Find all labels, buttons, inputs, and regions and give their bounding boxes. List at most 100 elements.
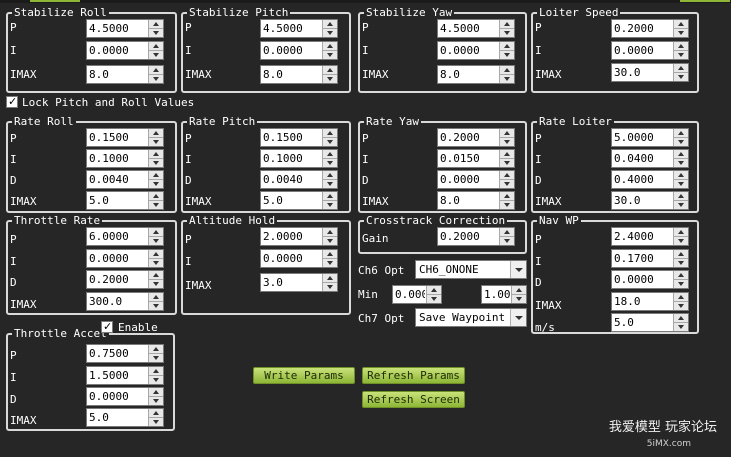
spinner-buttons[interactable] xyxy=(673,64,688,81)
spin-down-icon[interactable] xyxy=(674,259,688,267)
stabilize-yaw-i-input[interactable]: 0.0000 xyxy=(437,41,515,60)
spinner-buttons[interactable] xyxy=(673,42,688,59)
spin-up-icon[interactable] xyxy=(674,129,688,138)
lock-pitch-roll-checkbox[interactable] xyxy=(6,95,18,108)
spinner-buttons[interactable] xyxy=(148,171,163,188)
spin-up-icon[interactable] xyxy=(149,228,163,237)
spin-up-icon[interactable] xyxy=(500,228,514,237)
spin-down-icon[interactable] xyxy=(323,51,337,59)
spin-up-icon[interactable] xyxy=(149,345,163,354)
spin-down-icon[interactable] xyxy=(674,323,688,331)
spin-up-icon[interactable] xyxy=(149,367,163,376)
spin-down-icon[interactable] xyxy=(323,29,337,37)
spinner-buttons[interactable] xyxy=(499,192,514,209)
spinner-buttons[interactable] xyxy=(148,250,163,267)
spin-down-icon[interactable] xyxy=(500,138,514,146)
loiter-speed-p-input[interactable]: 0.2000 xyxy=(611,19,689,38)
chevron-down-icon[interactable] xyxy=(510,261,526,278)
spin-up-icon[interactable] xyxy=(500,66,514,75)
rate-pitch-imax-input[interactable]: 5.0 xyxy=(260,191,338,210)
spin-up-icon[interactable] xyxy=(500,42,514,51)
spinner-buttons[interactable] xyxy=(322,274,337,291)
spinner-buttons[interactable] xyxy=(499,129,514,146)
spinner-buttons[interactable] xyxy=(148,42,163,59)
spin-down-icon[interactable] xyxy=(323,180,337,188)
rate-loiter-d-input[interactable]: 0.4000 xyxy=(611,170,689,189)
spin-up-icon[interactable] xyxy=(674,314,688,323)
spin-down-icon[interactable] xyxy=(149,259,163,267)
spinner-buttons[interactable] xyxy=(148,228,163,245)
spin-up-icon[interactable] xyxy=(323,250,337,259)
throttle-accel-d-input[interactable]: 0.0000 xyxy=(86,387,164,406)
ch6-min-input[interactable]: 0.000 xyxy=(392,285,442,304)
spin-down-icon[interactable] xyxy=(674,180,688,188)
spin-up-icon[interactable] xyxy=(674,293,688,302)
spin-up-icon[interactable] xyxy=(323,192,337,201)
spinner-buttons[interactable] xyxy=(148,150,163,167)
spin-down-icon[interactable] xyxy=(149,397,163,405)
spin-down-icon[interactable] xyxy=(149,280,163,288)
spin-up-icon[interactable] xyxy=(149,20,163,29)
spinner-buttons[interactable] xyxy=(148,20,163,37)
spin-up-icon[interactable] xyxy=(323,42,337,51)
spinner-buttons[interactable] xyxy=(673,271,688,288)
spin-down-icon[interactable] xyxy=(323,201,337,209)
spinner-buttons[interactable] xyxy=(499,66,514,83)
spin-up-icon[interactable] xyxy=(149,66,163,75)
spin-down-icon[interactable] xyxy=(674,302,688,310)
spin-up-icon[interactable] xyxy=(674,20,688,29)
spin-up-icon[interactable] xyxy=(149,192,163,201)
nav-wp-i-input[interactable]: 0.1700 xyxy=(611,249,689,268)
ch6-opt-select[interactable]: CH6_ONONE xyxy=(415,260,527,279)
spin-up-icon[interactable] xyxy=(323,20,337,29)
spinner-buttons[interactable] xyxy=(673,20,688,37)
spin-up-icon[interactable] xyxy=(323,274,337,283)
spin-up-icon[interactable] xyxy=(500,171,514,180)
spin-up-icon[interactable] xyxy=(323,150,337,159)
throttle-accel-p-input[interactable]: 0.7500 xyxy=(86,344,164,363)
spinner-buttons[interactable] xyxy=(499,42,514,59)
spinner-buttons[interactable] xyxy=(148,293,163,310)
spin-down-icon[interactable] xyxy=(500,29,514,37)
spinner-buttons[interactable] xyxy=(499,150,514,167)
spinner-buttons[interactable] xyxy=(322,228,337,245)
spin-down-icon[interactable] xyxy=(323,259,337,267)
spinner-buttons[interactable] xyxy=(148,345,163,362)
spinner-buttons[interactable] xyxy=(499,228,514,245)
spinner-buttons[interactable] xyxy=(322,129,337,146)
spin-up-icon[interactable] xyxy=(149,271,163,280)
spin-down-icon[interactable] xyxy=(512,295,526,303)
spin-down-icon[interactable] xyxy=(149,302,163,310)
throttle-rate-d-input[interactable]: 0.2000 xyxy=(86,270,164,289)
spin-up-icon[interactable] xyxy=(674,150,688,159)
spin-down-icon[interactable] xyxy=(674,159,688,167)
spin-down-icon[interactable] xyxy=(149,418,163,426)
stabilize-roll-p-input[interactable]: 4.5000 xyxy=(86,19,164,38)
loiter-speed-i-input[interactable]: 0.0000 xyxy=(611,41,689,60)
spinner-buttons[interactable] xyxy=(673,293,688,310)
spinner-buttons[interactable] xyxy=(673,150,688,167)
stabilize-pitch-imax-input[interactable]: 8.0 xyxy=(260,65,338,84)
spinner-buttons[interactable] xyxy=(673,192,688,209)
refresh-screen-button[interactable]: Refresh Screen xyxy=(362,391,465,408)
throttle-accel-i-input[interactable]: 1.5000 xyxy=(86,366,164,385)
spin-up-icon[interactable] xyxy=(149,129,163,138)
spin-down-icon[interactable] xyxy=(149,138,163,146)
nav-wp-p-input[interactable]: 2.4000 xyxy=(611,227,689,246)
spinner-buttons[interactable] xyxy=(499,20,514,37)
spinner-buttons[interactable] xyxy=(499,171,514,188)
spinner-buttons[interactable] xyxy=(148,129,163,146)
spin-up-icon[interactable] xyxy=(149,409,163,418)
spinner-buttons[interactable] xyxy=(426,286,441,303)
spin-up-icon[interactable] xyxy=(674,250,688,259)
spin-up-icon[interactable] xyxy=(323,129,337,138)
write-params-button[interactable]: Write Params xyxy=(253,367,355,384)
spin-up-icon[interactable] xyxy=(512,286,526,295)
spinner-buttons[interactable] xyxy=(511,286,526,303)
spin-up-icon[interactable] xyxy=(674,64,688,73)
refresh-params-button[interactable]: Refresh Params xyxy=(362,367,465,384)
spin-down-icon[interactable] xyxy=(500,180,514,188)
rate-pitch-i-input[interactable]: 0.1000 xyxy=(260,149,338,168)
rate-yaw-imax-input[interactable]: 8.0 xyxy=(437,191,515,210)
nav-wp-d-input[interactable]: 0.0000 xyxy=(611,270,689,289)
